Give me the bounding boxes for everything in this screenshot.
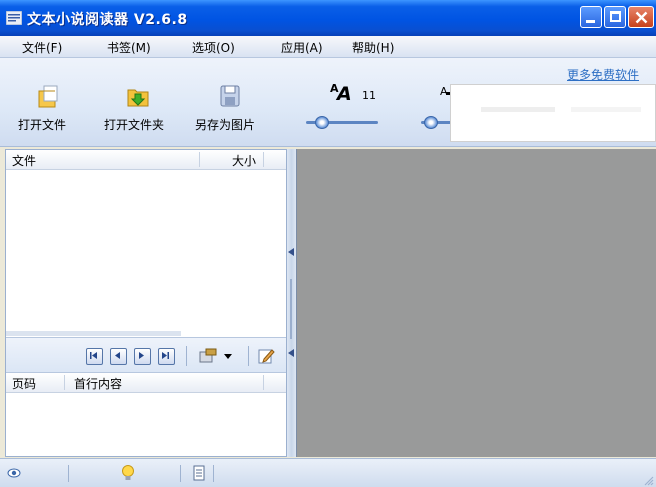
file-list-hscrollbar[interactable] (6, 331, 181, 336)
menu-bookmarks[interactable]: 书签(M) (107, 39, 151, 56)
file-list[interactable] (6, 170, 286, 337)
file-list-header: 文件 大小 (6, 150, 286, 170)
open-file-button[interactable]: 打开文件 (14, 80, 84, 136)
document-icon[interactable] (193, 465, 205, 481)
column-header-page[interactable]: 页码 (12, 375, 36, 392)
close-button[interactable] (628, 6, 654, 28)
menu-options[interactable]: 选项(O) (192, 39, 235, 56)
title-bar[interactable]: 文本小说阅读器 V2.6.8 (0, 0, 656, 36)
prev-page-button[interactable] (110, 348, 127, 365)
collapse-arrow-icon[interactable] (288, 349, 294, 357)
collapse-arrow-icon[interactable] (288, 248, 294, 256)
menu-file[interactable]: 文件(F) (22, 39, 62, 56)
popup-panel (450, 84, 656, 142)
menu-help[interactable]: 帮助(H) (352, 39, 394, 56)
next-page-button[interactable] (134, 348, 151, 365)
panel-splitter[interactable] (287, 149, 296, 457)
first-page-button[interactable] (86, 348, 103, 365)
save-disk-icon (220, 85, 240, 107)
menu-bar: 文件(F) 书签(M) 选项(O) 应用(A) 帮助(H) (0, 36, 656, 58)
page-list-header: 页码 首行内容 (6, 373, 286, 393)
prev-page-icon (115, 352, 120, 359)
open-folder-icon (127, 89, 149, 107)
toolbar-separator (248, 346, 249, 366)
save-image-button[interactable]: 另存为图片 (190, 80, 270, 136)
edit-note-icon[interactable] (257, 347, 275, 365)
app-icon (6, 11, 22, 25)
lightbulb-icon[interactable] (121, 465, 135, 482)
font-size-slider[interactable] (306, 116, 378, 129)
popup-placeholder-line (571, 107, 641, 112)
close-icon (635, 11, 648, 24)
minimize-button[interactable] (580, 6, 602, 28)
menu-apps[interactable]: 应用(A) (281, 39, 323, 56)
font-size-value: 11 (362, 89, 376, 102)
minimize-icon (586, 20, 595, 23)
status-bar (0, 458, 656, 487)
reading-area[interactable] (296, 149, 656, 457)
maximize-icon (610, 11, 621, 22)
left-panel: 文件 大小 页码 首行内容 (5, 149, 287, 457)
open-folder-button[interactable]: 打开文件夹 (98, 80, 178, 136)
column-header-first-line[interactable]: 首行内容 (74, 375, 122, 392)
more-free-software-link[interactable]: 更多免费软件 (567, 66, 639, 83)
line-spacing-icon: A (440, 84, 460, 98)
page-nav-toolbar (6, 337, 286, 373)
open-file-label: 打开文件 (18, 118, 67, 132)
toolbar-separator (186, 346, 187, 366)
next-page-icon (139, 352, 144, 359)
bookmark-tool-icon (199, 348, 217, 363)
last-page-icon (162, 352, 169, 359)
open-folder-label: 打开文件夹 (104, 118, 165, 132)
bookmark-dropdown-button[interactable] (198, 345, 240, 367)
window-title: 文本小说阅读器 V2.6.8 (27, 12, 188, 28)
page-list[interactable] (6, 394, 286, 456)
save-image-label: 另存为图片 (195, 118, 256, 132)
column-header-file[interactable]: 文件 (12, 152, 36, 169)
maximize-button[interactable] (604, 6, 626, 28)
chevron-down-icon (224, 354, 232, 359)
line-spacing-slider-thumb[interactable] (423, 116, 438, 129)
font-size-slider-thumb[interactable] (314, 116, 329, 129)
first-page-icon (90, 352, 97, 359)
popup-placeholder-line (481, 107, 555, 112)
column-header-size[interactable]: 大小 (232, 152, 256, 169)
resize-grip-icon[interactable] (642, 474, 654, 486)
open-file-icon (38, 85, 58, 108)
eye-icon[interactable] (7, 467, 21, 479)
last-page-button[interactable] (158, 348, 175, 365)
splitter-grip (290, 279, 292, 339)
